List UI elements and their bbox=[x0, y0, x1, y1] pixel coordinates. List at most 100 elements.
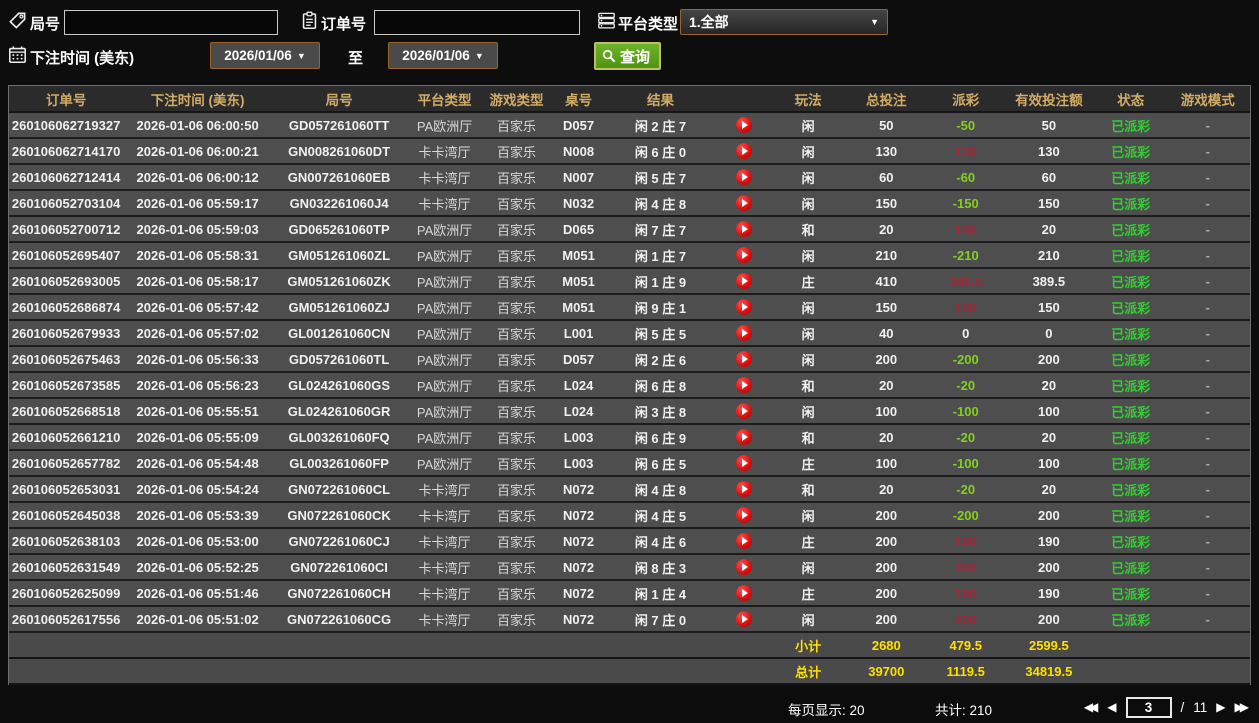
cell-valid-bet: 20 bbox=[1001, 372, 1097, 399]
cell-game-no: GM051261060ZL bbox=[272, 242, 407, 269]
cell-platform: 卡卡湾厅 bbox=[406, 138, 484, 165]
cell-table-no: N007 bbox=[550, 164, 608, 191]
date-from-picker[interactable]: 2026/01/06 ▼ bbox=[210, 42, 320, 69]
cell-status: 已派彩 bbox=[1096, 554, 1166, 581]
cell-game-no: GN008261060DT bbox=[272, 138, 407, 165]
platform-type-select[interactable]: 1.全部 ▼ bbox=[680, 9, 888, 35]
date-to-picker[interactable]: 2026/01/06 ▼ bbox=[388, 42, 498, 69]
subtotal-row-total-bet: 2680 bbox=[842, 631, 930, 659]
cell-bet-time: 2026-01-06 05:57:42 bbox=[123, 294, 273, 321]
cell-total-bet: 200 bbox=[842, 528, 930, 555]
last-page-button[interactable]: ▶▶ bbox=[1235, 696, 1250, 718]
cell-video bbox=[713, 320, 774, 347]
play-video-icon[interactable] bbox=[735, 481, 752, 498]
cell-bet-time: 2026-01-06 05:51:46 bbox=[123, 580, 273, 607]
cell-order-no: 260106052631549 bbox=[9, 554, 124, 581]
game-no-input[interactable] bbox=[64, 10, 278, 35]
play-video-icon[interactable] bbox=[735, 143, 752, 160]
play-video-icon[interactable] bbox=[735, 403, 752, 420]
play-video-icon[interactable] bbox=[735, 325, 752, 342]
cell-bet-type: 和 bbox=[773, 424, 843, 451]
cell-status: 已派彩 bbox=[1096, 320, 1166, 347]
cell-platform: 卡卡湾厅 bbox=[406, 476, 484, 503]
cell-total-bet: 20 bbox=[842, 372, 930, 399]
cell-bet-type: 闲 bbox=[773, 112, 843, 139]
cell-table-no: D057 bbox=[550, 346, 608, 373]
first-page-button[interactable]: ◀◀ bbox=[1084, 696, 1099, 718]
play-video-icon[interactable] bbox=[735, 585, 752, 602]
cell-result: 闲 6 庄 8 bbox=[607, 372, 714, 399]
filter-bar: 局号 订单号 平台类型 1.全部 ▼ 下注时间 (美东) 2026/01/06 … bbox=[0, 0, 1259, 85]
cell-video bbox=[713, 476, 774, 503]
empty-cell bbox=[1165, 631, 1250, 659]
cell-game-type: 百家乐 bbox=[483, 372, 551, 399]
cell-bet-type: 和 bbox=[773, 216, 843, 243]
play-video-icon[interactable] bbox=[735, 611, 752, 628]
cell-payout: -200 bbox=[929, 502, 1002, 529]
empty-cell bbox=[272, 631, 407, 659]
play-video-icon[interactable] bbox=[735, 117, 752, 134]
next-page-button[interactable]: ▶ bbox=[1216, 696, 1225, 718]
platform-type-value: 1.全部 bbox=[689, 14, 729, 30]
cell-result: 闲 6 庄 9 bbox=[607, 424, 714, 451]
cell-game-no: GD057261060TL bbox=[272, 346, 407, 373]
cell-table-no: L024 bbox=[550, 372, 608, 399]
play-video-icon[interactable] bbox=[735, 195, 752, 212]
table-row: 260106052617556 2026-01-06 05:51:02 GN0722… bbox=[9, 606, 1250, 633]
play-video-icon[interactable] bbox=[735, 429, 752, 446]
cell-mode: - bbox=[1165, 398, 1250, 425]
cell-valid-bet: 0 bbox=[1001, 320, 1097, 347]
cell-game-type: 百家乐 bbox=[483, 320, 551, 347]
cell-platform: 卡卡湾厅 bbox=[406, 580, 484, 607]
grand-total-row: 总计 39700 1119.5 34819.5 bbox=[9, 658, 1250, 685]
play-video-icon[interactable] bbox=[735, 377, 752, 394]
cell-order-no: 260106052645038 bbox=[9, 502, 124, 529]
play-video-icon[interactable] bbox=[735, 507, 752, 524]
play-video-icon[interactable] bbox=[735, 351, 752, 368]
play-video-icon[interactable] bbox=[735, 273, 752, 290]
table-row: 260106052675463 2026-01-06 05:56:33 GD0572… bbox=[9, 346, 1250, 373]
clipboard-icon bbox=[300, 11, 319, 30]
column-header-11: 有效投注额 bbox=[1001, 86, 1097, 113]
table-header-row: 订单号 下注时间 (美东) 局号 平台类型 游戏类型 桌号 结果 玩法 总投注 派彩 有效投注额 状态… bbox=[9, 86, 1250, 113]
table-row: 260106052668518 2026-01-06 05:55:51 GL0242… bbox=[9, 398, 1250, 425]
column-header-2: 局号 bbox=[272, 86, 407, 113]
cell-platform: PA欧洲厅 bbox=[406, 268, 484, 295]
play-video-icon[interactable] bbox=[735, 455, 752, 472]
play-video-icon[interactable] bbox=[735, 169, 752, 186]
page-number-input[interactable] bbox=[1125, 696, 1172, 718]
search-button[interactable]: 查询 bbox=[594, 42, 662, 70]
prev-page-button[interactable]: ◀ bbox=[1107, 696, 1116, 718]
cell-mode: - bbox=[1165, 528, 1250, 555]
cell-game-type: 百家乐 bbox=[483, 268, 551, 295]
play-video-icon[interactable] bbox=[735, 559, 752, 576]
empty-cell bbox=[550, 658, 608, 685]
cell-bet-type: 和 bbox=[773, 372, 843, 399]
table-row: 260106052686874 2026-01-06 05:57:42 GM0512… bbox=[9, 294, 1250, 321]
play-video-icon[interactable] bbox=[735, 247, 752, 264]
cell-mode: - bbox=[1165, 216, 1250, 243]
cell-mode: - bbox=[1165, 190, 1250, 217]
play-video-icon[interactable] bbox=[735, 221, 752, 238]
cell-table-no: N072 bbox=[550, 502, 608, 529]
cell-mode: - bbox=[1165, 450, 1250, 477]
search-button-label: 查询 bbox=[620, 48, 651, 66]
empty-cell bbox=[1096, 658, 1166, 685]
column-header-9: 总投注 bbox=[842, 86, 930, 113]
order-no-input[interactable] bbox=[374, 10, 580, 35]
cell-payout: 190 bbox=[929, 580, 1002, 607]
cell-valid-bet: 60 bbox=[1001, 164, 1097, 191]
cell-order-no: 260106052675463 bbox=[9, 346, 124, 373]
cell-game-type: 百家乐 bbox=[483, 476, 551, 503]
cell-platform: 卡卡湾厅 bbox=[406, 606, 484, 633]
cell-order-no: 260106052693005 bbox=[9, 268, 124, 295]
cell-status: 已派彩 bbox=[1096, 476, 1166, 503]
play-video-icon[interactable] bbox=[735, 299, 752, 316]
status-bar: 每页显示: 20 共计: 210 ◀◀ ◀ / 11 ▶ ▶▶ bbox=[0, 692, 1259, 723]
cell-platform: PA欧洲厅 bbox=[406, 294, 484, 321]
play-video-icon[interactable] bbox=[735, 533, 752, 550]
platform-list-icon bbox=[597, 11, 616, 30]
empty-cell bbox=[713, 658, 774, 685]
cell-mode: - bbox=[1165, 346, 1250, 373]
search-icon bbox=[602, 49, 617, 64]
